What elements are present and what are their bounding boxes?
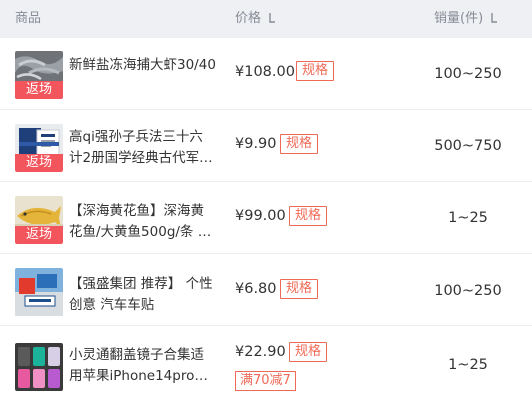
product-price: ¥22.90: [235, 344, 286, 360]
column-header-product: 商品: [15, 11, 42, 26]
table-row[interactable]: 【强盛集团 推荐】 个性 创意 汽车车贴 ¥6.80 规格 100~250: [0, 254, 532, 326]
product-title[interactable]: 新鲜盐冻海捕大虾30/40: [69, 55, 216, 76]
product-image[interactable]: [15, 343, 63, 391]
table-row[interactable]: 返场 【深海黄花鱼】深海黄花鱼/大黄鱼500g/条 冷冻 ¥99.00 规格 1…: [0, 182, 532, 254]
return-badge: 返场: [15, 81, 63, 99]
product-image[interactable]: [15, 268, 63, 316]
product-price: ¥6.80: [235, 281, 277, 297]
product-title[interactable]: 小灵通翻盖镜子合集适用苹果iPhone14pro手机壳: [69, 345, 216, 387]
table-header: 商品 价格 销量(件): [0, 0, 532, 38]
sort-icon[interactable]: [268, 12, 276, 24]
product-image[interactable]: 返场: [15, 124, 63, 172]
sales-range: 500~750: [434, 138, 502, 154]
column-header-price-label: 价格: [235, 11, 262, 26]
column-header-price[interactable]: 价格: [235, 0, 276, 38]
return-badge: 返场: [15, 154, 63, 172]
sales-range: 1~25: [448, 357, 488, 373]
spec-button[interactable]: 规格: [296, 61, 335, 81]
spec-button[interactable]: 规格: [289, 342, 328, 362]
table-row[interactable]: 小灵通翻盖镜子合集适用苹果iPhone14pro手机壳 ¥22.90 规格 满7…: [0, 326, 532, 405]
product-price: ¥99.00: [235, 208, 286, 224]
promo-badge: 满70减7: [235, 371, 296, 391]
sort-icon[interactable]: [490, 12, 498, 24]
sales-range: 1~25: [448, 210, 488, 226]
spec-button[interactable]: 规格: [289, 206, 328, 226]
phone-case-image: [15, 343, 63, 391]
column-header-sales-label: 销量(件): [434, 11, 484, 26]
product-image[interactable]: 返场: [15, 51, 63, 99]
spec-button[interactable]: 规格: [280, 279, 319, 299]
table-row[interactable]: 返场 高qi强孙子兵法三十六计2册国学经典古代军事谋略书籍 ¥9.90 规格 5…: [0, 110, 532, 182]
car-sticker-image: [15, 268, 63, 316]
table-row[interactable]: 返场 新鲜盐冻海捕大虾30/40 ¥108.00 规格 100~250: [0, 38, 532, 110]
product-title[interactable]: 【强盛集团 推荐】 个性 创意 汽车车贴: [69, 274, 216, 316]
return-badge: 返场: [15, 226, 63, 244]
product-image[interactable]: 返场: [15, 196, 63, 244]
spec-button[interactable]: 规格: [280, 134, 319, 154]
product-price: ¥9.90: [235, 136, 277, 152]
product-title[interactable]: 【深海黄花鱼】深海黄花鱼/大黄鱼500g/条 冷冻: [69, 201, 216, 243]
product-title[interactable]: 高qi强孙子兵法三十六计2册国学经典古代军事谋略书籍: [69, 127, 216, 169]
sales-range: 100~250: [434, 66, 502, 82]
sales-range: 100~250: [434, 283, 502, 299]
product-price: ¥108.00: [235, 64, 295, 80]
column-header-sales[interactable]: 销量(件): [434, 0, 498, 38]
